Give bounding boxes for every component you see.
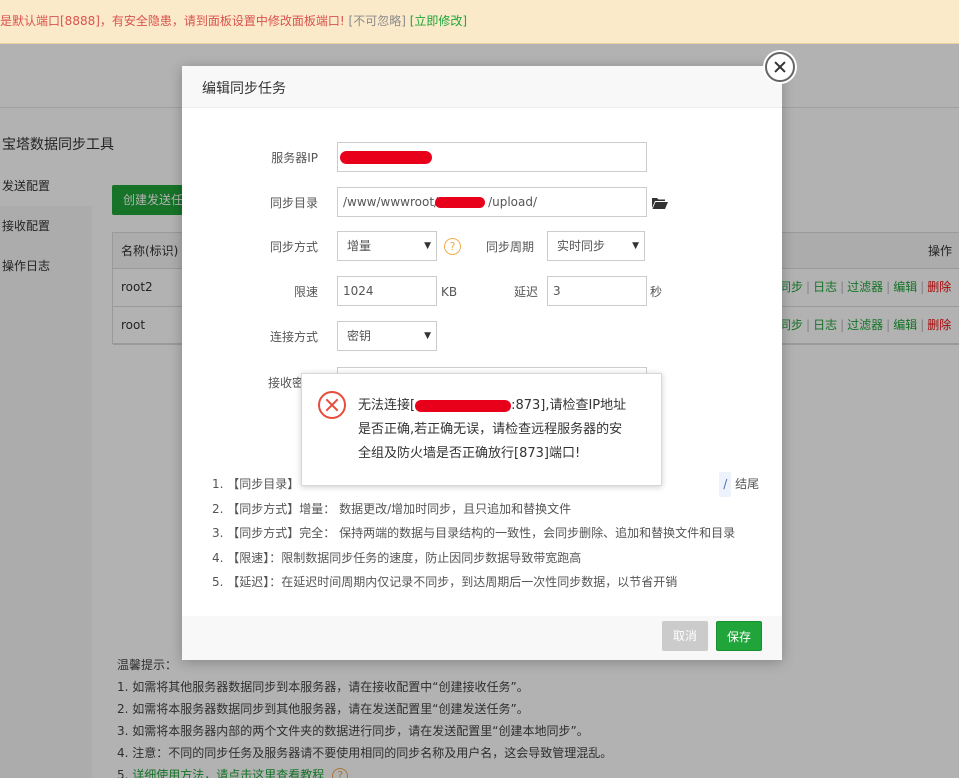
sync-dir-label: 同步目录	[269, 196, 318, 210]
note-tail: 结尾	[735, 477, 760, 491]
folder-open-icon[interactable]	[652, 197, 668, 209]
save-button[interactable]: 保存	[716, 621, 762, 651]
error-line: 是否正确,若正确无误，请检查远程服务器的安	[358, 422, 623, 437]
redaction-mark	[340, 151, 432, 164]
speed-unit: KB	[441, 285, 458, 299]
note-item: 5. 【延迟】：在延迟时间周期内仅记录不同步，到达周期后一次性同步数据，以节省开…	[212, 575, 678, 589]
notes-list: 1. 【同步目录】 / 结尾 2. 【同步方式】增量： 数据更改/增加时同步，且只…	[212, 472, 759, 595]
note-item: 2. 【同步方式】增量： 数据更改/增加时同步，且只追加和替换文件	[212, 501, 572, 516]
error-icon	[318, 391, 346, 419]
sync-dir-prefix: /www/wwwroot/	[343, 195, 439, 209]
connection-method-value: 密钥	[347, 329, 372, 343]
sync-period-value: 实时同步	[557, 239, 606, 253]
error-suffix: :873],请检查IP地址	[511, 398, 627, 413]
sync-period-label: 同步周期	[485, 240, 534, 254]
warning-fix-link[interactable]: [立即修改]	[410, 14, 467, 28]
error-message: 无法连接[ :873],请检查IP地址 是否正确,若正确无误，请检查远程服务器的安…	[358, 394, 650, 466]
speed-limit-value: 1024	[343, 284, 374, 298]
speed-limit-input[interactable]: 1024	[337, 276, 437, 306]
error-line: 全组及防火墙是否正确放行[873]端口!	[358, 446, 581, 461]
connection-method-label: 连接方式	[269, 330, 318, 344]
redaction-mark	[415, 399, 512, 412]
redaction-mark	[435, 197, 485, 208]
close-icon[interactable]	[765, 52, 795, 82]
receive-key-label: 接收密	[267, 376, 304, 390]
connection-error-popup: 无法连接[ :873],请检查IP地址 是否正确,若正确无误，请检查远程服务器的安…	[301, 373, 662, 486]
delay-input[interactable]: 3	[547, 276, 647, 306]
delay-unit: 秒	[650, 285, 663, 299]
note-item: 4. 【限速】：限制数据同步任务的速度，防止因同步数据导致带宽跑高	[212, 550, 582, 565]
delay-value: 3	[553, 284, 561, 298]
sync-method-value: 增量	[347, 239, 372, 253]
slash-code: /	[719, 472, 732, 497]
sync-dir-suffix: /upload/	[488, 195, 538, 209]
note-text: 1. 【同步目录】	[212, 477, 300, 491]
dialog-title: 编辑同步任务	[202, 81, 286, 97]
error-line: 无法连接[ :873],请检查IP地址	[358, 394, 650, 418]
delay-label: 延迟	[513, 285, 538, 299]
connection-method-select[interactable]: 密钥	[337, 321, 437, 351]
sync-dir-input[interactable]: /www/wwwroot/ /upload/	[337, 187, 647, 217]
sync-method-label: 同步方式	[269, 240, 318, 254]
sync-period-select[interactable]: 实时同步	[547, 231, 645, 261]
error-prefix: 无法连接[	[358, 398, 416, 413]
note-item: 3. 【同步方式】完全： 保持两端的数据与目录结构的一致性，会同步删除、追加和替…	[212, 526, 736, 540]
server-ip-label: 服务器IP	[271, 151, 318, 165]
warning-text: 是默认端口[8888]，有安全隐患，请到面板设置中修改面板端口!	[0, 14, 345, 28]
speed-limit-label: 限速	[293, 285, 318, 299]
sync-method-select[interactable]: 增量	[337, 231, 437, 261]
security-warning-bar: 是默认端口[8888]，有安全隐患，请到面板设置中修改面板端口! [不可忽略] …	[0, 0, 959, 44]
cancel-button[interactable]: 取消	[662, 621, 708, 651]
edit-sync-task-dialog: 编辑同步任务 服务器IP 同步目录 /www/wwwroot//upload/ …	[182, 66, 782, 660]
warning-ignore: [不可忽略]	[348, 14, 406, 28]
